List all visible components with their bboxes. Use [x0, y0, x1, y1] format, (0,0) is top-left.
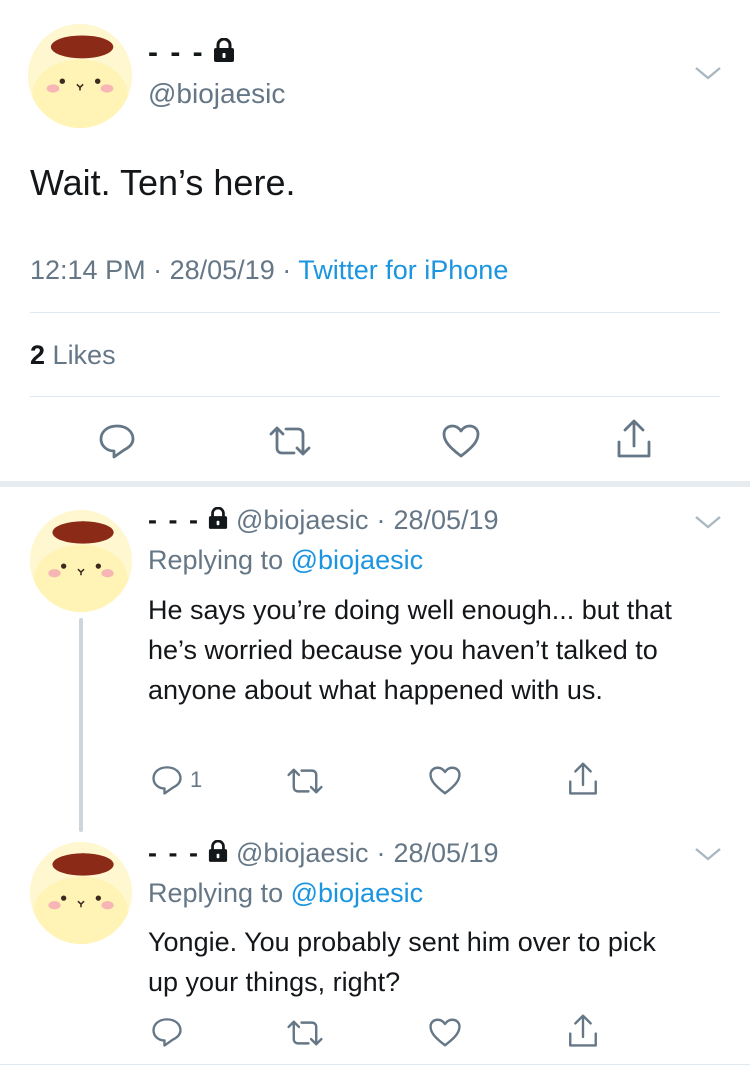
reply-icon — [97, 422, 137, 460]
reply-text: He says you’re doing well enough... but … — [148, 595, 672, 705]
chevron-down-icon[interactable] — [693, 512, 723, 532]
chevron-down-icon[interactable] — [693, 63, 723, 83]
replying-to-link[interactable]: @biojaesic — [291, 878, 423, 908]
lock-icon — [208, 838, 228, 869]
tweet-date: 28/05/19 — [169, 255, 275, 285]
thread-connector — [79, 618, 83, 832]
lock-icon — [208, 505, 228, 536]
like-icon — [428, 1017, 462, 1048]
like-button[interactable] — [428, 1017, 462, 1048]
display-name-text: - - - — [148, 838, 200, 868]
tweet-text: Wait. Ten’s here. — [30, 162, 296, 203]
divider — [30, 312, 720, 313]
retweet-icon — [286, 1018, 324, 1048]
likes-count: 2 — [30, 340, 46, 370]
reply-text: Yongie. You probably sent him over to pi… — [148, 927, 656, 997]
reply-icon — [150, 764, 184, 796]
avatar-image — [30, 510, 132, 612]
divider — [30, 396, 720, 397]
reply-icon — [150, 1016, 184, 1048]
avatar[interactable] — [30, 842, 132, 944]
reply-button[interactable] — [97, 422, 137, 460]
retweet-button[interactable] — [268, 424, 312, 458]
reply-handle: @biojaesic — [235, 505, 369, 535]
tweet-meta: 12:14 PM · 28/05/19 · Twitter for iPhone — [30, 255, 508, 286]
reply-handle: @biojaesic — [235, 838, 369, 868]
replying-to: Replying to @biojaesic — [148, 545, 423, 576]
share-button[interactable] — [566, 1013, 600, 1049]
avatar-image — [28, 24, 132, 128]
replying-to-label: Replying to — [148, 545, 284, 575]
replying-to: Replying to @biojaesic — [148, 878, 423, 909]
like-button[interactable] — [441, 423, 481, 459]
reply-button[interactable] — [150, 1016, 184, 1048]
reply-date: 28/05/19 — [393, 505, 499, 535]
meta-separator: · — [282, 255, 292, 285]
retweet-icon — [286, 766, 324, 796]
display-name-text: - - - — [148, 36, 205, 69]
share-icon — [566, 1013, 600, 1049]
lock-icon — [213, 36, 235, 70]
likes-count-link[interactable]: 2 Likes — [30, 340, 116, 371]
replying-to-link[interactable]: @biojaesic — [291, 545, 423, 575]
meta-separator: · — [376, 838, 386, 868]
share-icon — [614, 418, 654, 460]
retweet-button[interactable] — [286, 766, 324, 796]
replying-to-label: Replying to — [148, 878, 284, 908]
share-button[interactable] — [566, 761, 600, 797]
reply-count: 1 — [190, 767, 203, 792]
divider — [0, 1064, 750, 1065]
tweet-time: 12:14 PM — [30, 255, 146, 285]
section-divider — [0, 481, 750, 487]
avatar[interactable] — [28, 24, 132, 128]
tweet-source-link[interactable]: Twitter for iPhone — [298, 255, 508, 285]
avatar-image — [30, 842, 132, 944]
retweet-icon — [268, 424, 312, 458]
retweet-button[interactable] — [286, 1018, 324, 1048]
chevron-down-icon[interactable] — [693, 844, 723, 864]
main-display-name[interactable]: - - - — [148, 36, 235, 70]
like-button[interactable] — [428, 765, 462, 796]
like-icon — [441, 423, 481, 459]
share-button[interactable] — [614, 418, 654, 460]
avatar[interactable] — [30, 510, 132, 612]
reply-header[interactable]: - - - @biojaesic · 28/05/19 — [148, 838, 499, 869]
display-name-text: - - - — [148, 505, 200, 535]
likes-label: Likes — [52, 340, 116, 370]
meta-separator: · — [376, 505, 386, 535]
reply-header[interactable]: - - - @biojaesic · 28/05/19 — [148, 505, 499, 536]
reply-button[interactable]: 1 — [150, 764, 202, 796]
reply-date: 28/05/19 — [393, 838, 499, 868]
like-icon — [428, 765, 462, 796]
share-icon — [566, 761, 600, 797]
meta-separator: · — [153, 255, 163, 285]
main-handle[interactable]: @biojaesic — [148, 78, 285, 110]
